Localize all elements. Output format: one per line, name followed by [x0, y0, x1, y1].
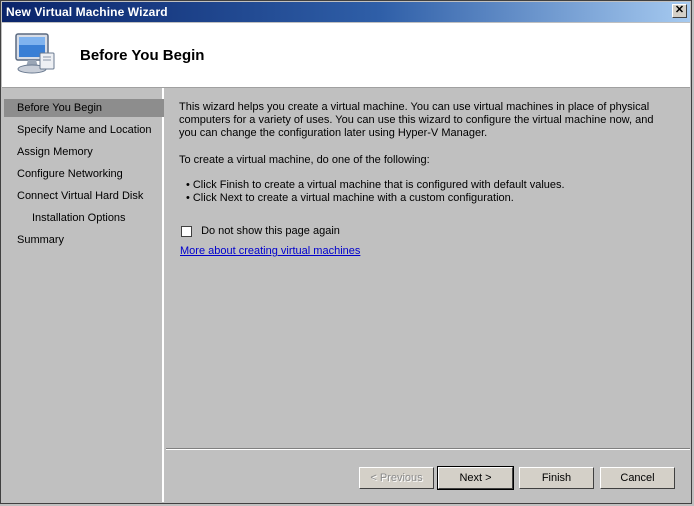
title-bar[interactable]: New Virtual Machine Wizard ✕: [2, 2, 690, 22]
finish-button[interactable]: Finish: [519, 467, 594, 489]
button-bar: < Previous Next > Finish Cancel: [166, 449, 690, 503]
list-item: Click Next to create a virtual machine w…: [186, 192, 565, 205]
intro-text: This wizard helps you create a virtual m…: [179, 101, 669, 140]
do-not-show-again-checkbox[interactable]: [181, 225, 192, 237]
next-button[interactable]: Next >: [437, 466, 514, 490]
intro-line: you can change the configuration later u…: [179, 127, 488, 139]
do-not-show-again-row[interactable]: Do not show this page again: [181, 225, 340, 239]
sidebar-item-configure-networking[interactable]: Configure Networking: [4, 165, 164, 183]
wizard-content: This wizard helps you create a virtual m…: [166, 88, 690, 449]
close-icon: ✕: [674, 4, 685, 16]
sidebar-item-specify-name-and-location[interactable]: Specify Name and Location: [4, 121, 164, 139]
window-title: New Virtual Machine Wizard: [6, 5, 168, 19]
list-item: Click Finish to create a virtual machine…: [186, 179, 565, 192]
do-not-show-again-label[interactable]: Do not show this page again: [201, 225, 340, 237]
wizard-steps-sidebar: Before You Begin Specify Name and Locati…: [2, 88, 164, 502]
option-list: Click Finish to create a virtual machine…: [186, 179, 565, 205]
previous-button[interactable]: < Previous: [359, 467, 434, 489]
instruction-text: To create a virtual machine, do one of t…: [179, 154, 430, 166]
wizard-window: New Virtual Machine Wizard ✕ Before You …: [0, 0, 692, 504]
more-about-link[interactable]: More about creating virtual machines: [180, 245, 360, 257]
sidebar-item-summary[interactable]: Summary: [4, 231, 164, 249]
sidebar-item-before-you-begin[interactable]: Before You Begin: [4, 99, 164, 117]
sidebar-item-assign-memory[interactable]: Assign Memory: [4, 143, 164, 161]
sidebar-item-connect-virtual-hard-disk[interactable]: Connect Virtual Hard Disk: [4, 187, 164, 205]
sidebar-item-installation-options[interactable]: Installation Options: [4, 209, 164, 227]
close-button[interactable]: ✕: [672, 4, 687, 18]
cancel-button[interactable]: Cancel: [600, 467, 675, 489]
wizard-header: Before You Begin: [2, 23, 690, 88]
intro-line: computers for a variety of uses. You can…: [179, 114, 654, 126]
intro-line: This wizard helps you create a virtual m…: [179, 101, 650, 113]
page-title: Before You Begin: [80, 47, 205, 64]
computer-monitor-icon: [15, 33, 55, 74]
